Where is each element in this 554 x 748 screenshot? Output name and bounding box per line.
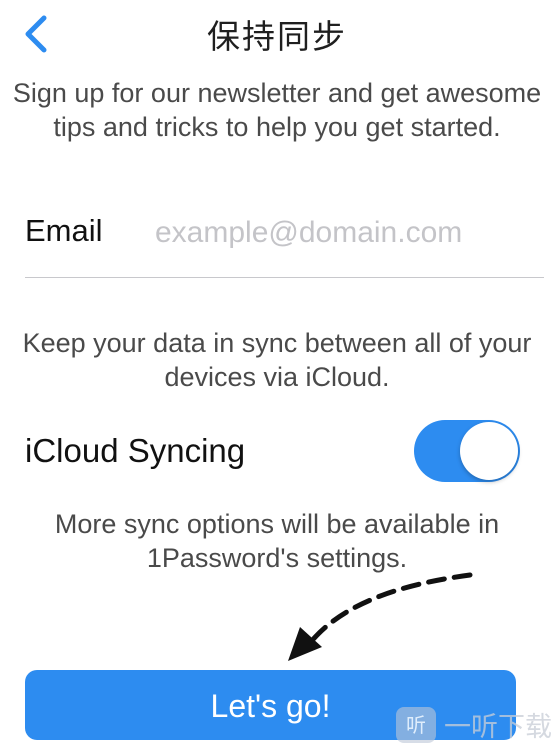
icloud-sync-label: iCloud Syncing [25,432,246,469]
email-label: Email [25,213,103,248]
icloud-sync-row: iCloud Syncing [0,420,554,484]
dashed-arrow-icon [288,572,473,661]
icloud-sync-toggle[interactable] [414,420,520,482]
watermark-text: 一听下载 [444,712,552,743]
email-row: Email [0,205,554,275]
navigation-bar: 保持同步 [0,0,554,66]
page-title: 保持同步 [207,17,347,56]
toggle-knob [460,422,518,480]
icloud-description: Keep your data in sync between all of yo… [22,328,532,392]
email-input[interactable] [155,211,535,255]
newsletter-description: Sign up for our newsletter and get aweso… [12,78,542,142]
email-divider [25,277,544,278]
watermark-icon: 听 [396,707,436,743]
watermark-logo: 听 一听下载 [392,703,552,745]
